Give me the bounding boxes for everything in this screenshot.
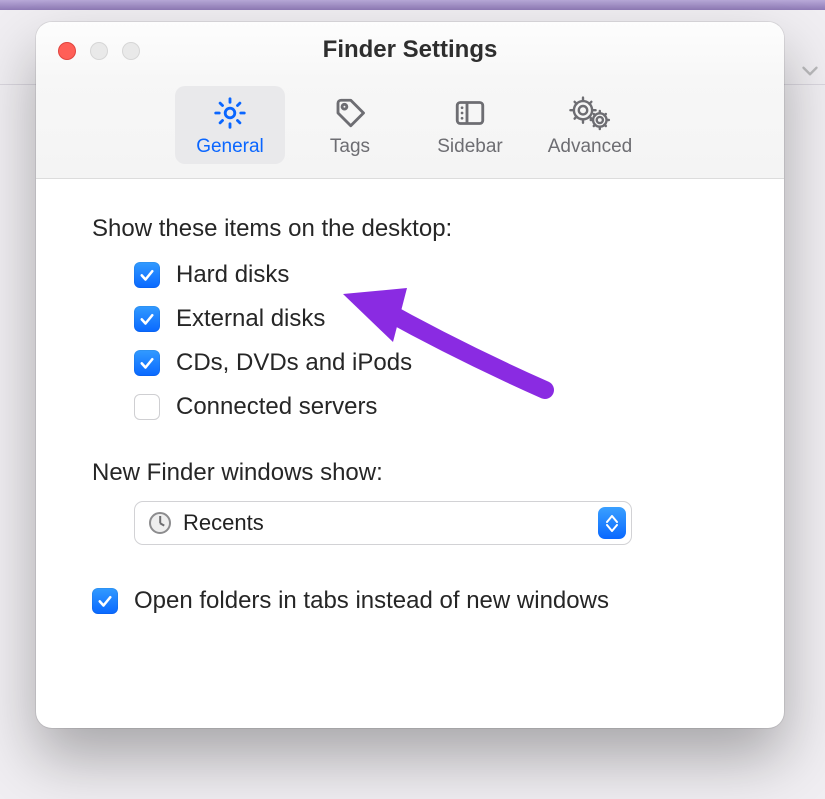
new-window-popup[interactable]: Recents [134,501,632,545]
zoom-button[interactable] [122,42,140,60]
checkbox-open-in-tabs[interactable]: Open folders in tabs instead of new wind… [92,587,728,615]
checkbox-label: External disks [176,305,325,333]
close-button[interactable] [58,42,76,60]
tab-sidebar[interactable]: Sidebar [415,86,525,164]
popup-stepper-icon [598,507,626,539]
tab-label: General [196,136,264,158]
tag-icon [332,94,368,132]
minimize-button[interactable] [90,42,108,60]
tab-general[interactable]: General [175,86,285,164]
titlebar: Finder Settings [36,22,784,78]
gear-icon [212,94,248,132]
checkbox-external-disks[interactable]: External disks [134,305,728,333]
tab-tags[interactable]: Tags [295,86,405,164]
tab-label: Tags [330,136,370,158]
checkbox-icon [134,394,160,420]
popup-value: Recents [183,510,264,536]
sidebar-icon [452,94,488,132]
gears-icon [569,94,611,132]
checkbox-label: CDs, DVDs and iPods [176,349,412,377]
window-title: Finder Settings [323,36,498,64]
checkbox-icon [134,306,160,332]
checkbox-label: Connected servers [176,393,377,421]
new-window-label: New Finder windows show: [92,459,728,487]
checkbox-icon [134,350,160,376]
desktop-items-label: Show these items on the desktop: [92,215,728,243]
checkbox-label: Hard disks [176,261,289,289]
menubar-edge [0,0,825,10]
checkbox-connected-servers[interactable]: Connected servers [134,393,728,421]
checkbox-cds-dvds-ipods[interactable]: CDs, DVDs and iPods [134,349,728,377]
clock-icon [149,512,171,534]
tab-advanced[interactable]: Advanced [535,86,645,164]
general-pane: Show these items on the desktop: Hard di… [36,179,784,635]
chevron-down-icon[interactable] [797,58,823,89]
checkbox-icon [92,588,118,614]
window-controls [58,42,140,60]
checkbox-hard-disks[interactable]: Hard disks [134,261,728,289]
finder-settings-window: Finder Settings General Tags [36,22,784,728]
checkbox-icon [134,262,160,288]
checkbox-label: Open folders in tabs instead of new wind… [134,587,609,615]
tab-label: Sidebar [437,136,503,158]
toolbar-tabs: General Tags Sidebar [36,78,784,179]
tab-label: Advanced [548,136,633,158]
